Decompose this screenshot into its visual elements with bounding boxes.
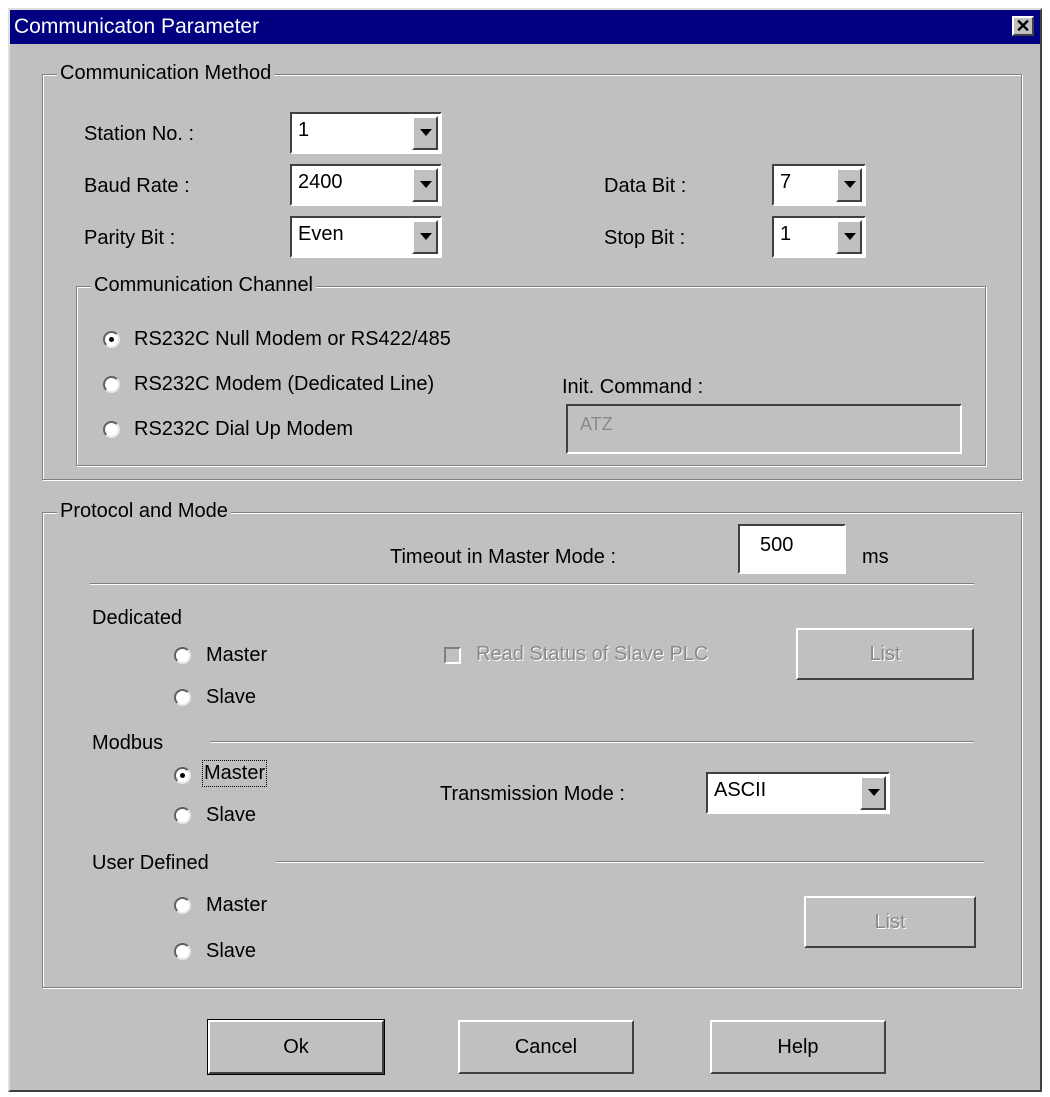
cancel-label: Cancel <box>514 1036 578 1058</box>
user-slave-label[interactable]: Slave <box>206 940 256 963</box>
divider <box>210 741 974 743</box>
user-defined-label: User Defined <box>92 852 209 874</box>
dedicated-list-button[interactable]: List <box>796 628 974 680</box>
dialog-window: Communicaton Parameter ✕ Communication M… <box>8 8 1042 1092</box>
ok-label: Ok <box>283 1036 309 1058</box>
stopbit-label: Stop Bit : <box>604 227 686 249</box>
divider <box>90 583 974 585</box>
chevron-down-icon[interactable] <box>412 220 438 254</box>
user-master-label[interactable]: Master <box>206 894 267 917</box>
timeout-value: 500 <box>760 534 794 556</box>
databit-label: Data Bit : <box>604 175 687 197</box>
user-master-radio[interactable] <box>174 897 191 914</box>
dedicated-list-label: List <box>869 643 901 665</box>
stopbit-select[interactable]: 1 <box>772 216 866 258</box>
chevron-down-icon[interactable] <box>860 776 886 810</box>
user-list-button[interactable]: List <box>804 896 976 948</box>
transmission-mode-label: Transmission Mode : <box>440 783 625 805</box>
stopbit-value: 1 <box>780 223 792 245</box>
modbus-label: Modbus <box>92 732 164 754</box>
station-value: 1 <box>298 119 310 141</box>
communication-method-title: Communication Method <box>57 62 275 85</box>
channel-null-modem-label[interactable]: RS232C Null Modem or RS422/485 <box>134 328 451 351</box>
dedicated-slave-radio[interactable] <box>174 689 191 706</box>
station-label: Station No. : <box>84 123 195 145</box>
transmission-mode-value: ASCII <box>714 779 767 801</box>
baud-value: 2400 <box>298 171 343 193</box>
databit-select[interactable]: 7 <box>772 164 866 206</box>
modbus-master-label[interactable]: Master <box>201 760 268 787</box>
transmission-mode-select[interactable]: ASCII <box>706 772 890 814</box>
divider <box>276 861 984 863</box>
dedicated-slave-label[interactable]: Slave <box>206 686 256 709</box>
parity-value: Even <box>298 223 344 245</box>
databit-value: 7 <box>780 171 792 193</box>
read-status-label[interactable]: Read Status of Slave PLC <box>476 643 708 666</box>
channel-null-modem-radio[interactable] <box>103 331 120 348</box>
parity-label: Parity Bit : <box>84 227 176 249</box>
baud-select[interactable]: 2400 <box>290 164 442 206</box>
channel-dialup-modem-radio[interactable] <box>103 421 120 438</box>
timeout-label: Timeout in Master Mode : <box>390 546 617 568</box>
read-status-checkbox[interactable] <box>444 647 461 664</box>
timeout-unit: ms <box>862 546 889 568</box>
communication-channel-title: Communication Channel <box>91 274 317 297</box>
close-icon[interactable]: ✕ <box>1012 16 1034 36</box>
chevron-down-icon[interactable] <box>836 168 862 202</box>
chevron-down-icon[interactable] <box>836 220 862 254</box>
help-label: Help <box>777 1036 819 1058</box>
modbus-slave-label[interactable]: Slave <box>206 804 256 827</box>
init-command-field[interactable]: ATZ <box>566 404 962 454</box>
dedicated-master-label[interactable]: Master <box>206 644 267 667</box>
modbus-master-radio[interactable] <box>174 767 191 784</box>
help-button[interactable]: Help <box>710 1020 886 1074</box>
protocol-mode-title: Protocol and Mode <box>57 500 231 523</box>
user-slave-radio[interactable] <box>174 943 191 960</box>
dedicated-label: Dedicated <box>92 607 183 629</box>
station-select[interactable]: 1 <box>290 112 442 154</box>
channel-dedicated-modem-label[interactable]: RS232C Modem (Dedicated Line) <box>134 373 434 396</box>
cancel-button[interactable]: Cancel <box>458 1020 634 1074</box>
baud-label: Baud Rate : <box>84 175 190 197</box>
channel-dialup-modem-label[interactable]: RS232C Dial Up Modem <box>134 418 353 441</box>
window-title: Communicaton Parameter <box>14 15 260 38</box>
chevron-down-icon[interactable] <box>412 168 438 202</box>
chevron-down-icon[interactable] <box>412 116 438 150</box>
parity-select[interactable]: Even <box>290 216 442 258</box>
init-command-label: Init. Command : <box>562 376 704 398</box>
user-list-label: List <box>874 911 906 933</box>
modbus-slave-radio[interactable] <box>174 807 191 824</box>
title-bar[interactable]: Communicaton Parameter ✕ <box>10 10 1040 44</box>
channel-dedicated-modem-radio[interactable] <box>103 376 120 393</box>
timeout-input[interactable]: 500 <box>738 524 846 574</box>
dedicated-master-radio[interactable] <box>174 647 191 664</box>
init-command-value: ATZ <box>580 414 613 434</box>
ok-button[interactable]: Ok <box>207 1019 385 1075</box>
